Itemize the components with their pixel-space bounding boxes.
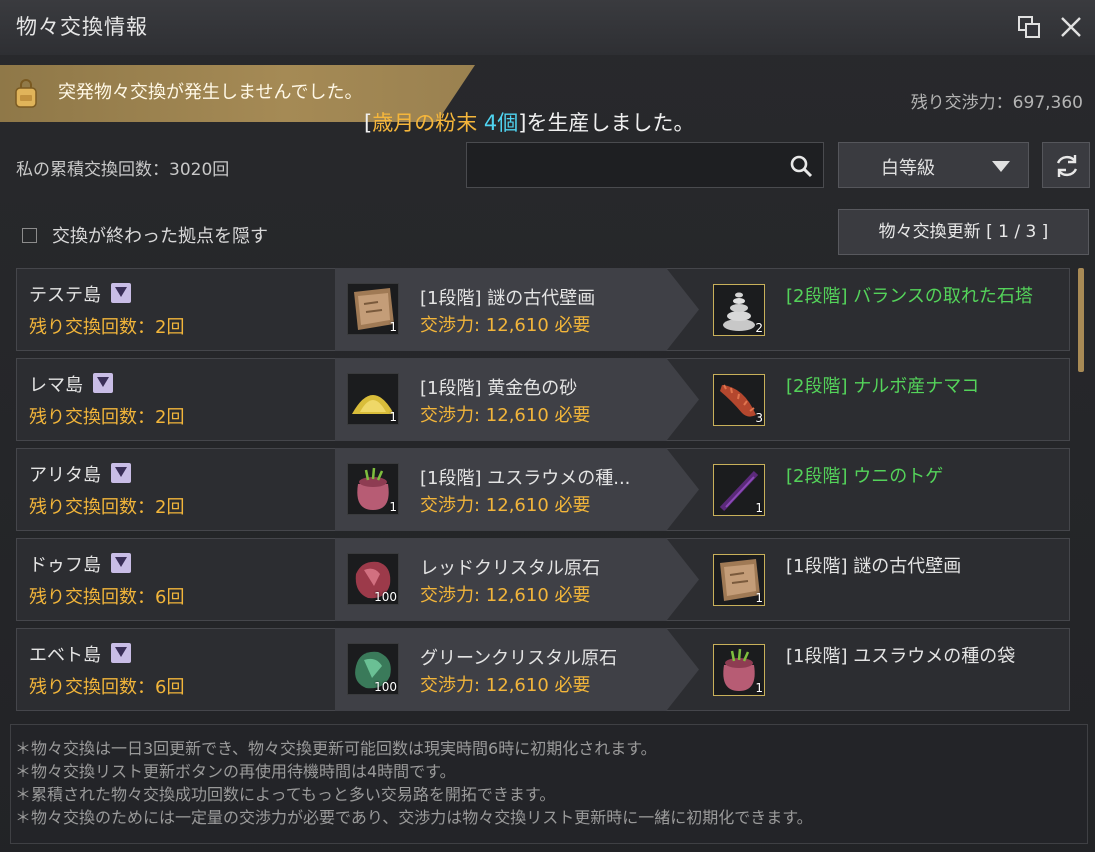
give-item-panel[interactable]: 100 グリーンクリスタル原石 交渉力: 12,610 必要 (335, 628, 699, 711)
get-item-quantity: 3 (755, 411, 763, 425)
ancient-mural-icon[interactable]: 1 (347, 283, 399, 335)
give-item-cost: 交渉力: 12,610 必要 (420, 315, 591, 336)
give-item-panel[interactable]: 1 [1段階] 謎の古代壁画 交渉力: 12,610 必要 (335, 268, 699, 351)
get-item-name: [2段階] バランスの取れた石塔 (786, 286, 1033, 307)
search-input[interactable] (466, 142, 824, 188)
barter-row[interactable]: テステ島 残り交換回数：2回 1 [1段階] 謎の古代壁画 交渉力: 12,61… (16, 268, 1070, 351)
detach-window-icon[interactable] (1016, 14, 1042, 40)
give-item-quantity: 100 (374, 590, 397, 604)
refresh-button[interactable] (1042, 142, 1090, 188)
give-item-quantity: 1 (389, 500, 397, 514)
remaining-exchanges: 残り交換回数：6回 (29, 587, 185, 608)
stone-tower-icon[interactable]: 2 (713, 284, 765, 336)
give-item-panel[interactable]: 1 [1段階] ユスラウメの種... 交渉力: 12,610 必要 (335, 448, 699, 531)
sea-cucumber-icon[interactable]: 3 (713, 374, 765, 426)
banner-text: 突発物々交換が発生しませんでした。 (58, 82, 363, 103)
give-item-cost: 交渉力: 12,610 必要 (420, 495, 591, 516)
produced-count: 4個 (483, 111, 519, 135)
search-icon[interactable] (789, 154, 813, 178)
barter-update-button[interactable]: 物々交換更新 [ 1 / 3 ] (838, 209, 1089, 255)
note-line: ＊物々交換リスト更新ボタンの再使用待機時間は4時間です。 (15, 762, 456, 781)
trade-route-badge-icon (111, 643, 131, 663)
note-line: ＊累積された物々交換成功回数によってもっと多い交易路を開拓できます。 (15, 785, 556, 804)
produced-bracket-open: [ (364, 111, 373, 135)
hide-finished-label: 交換が終わった拠点を隠す (52, 226, 268, 247)
green-crystal-icon[interactable]: 100 (347, 643, 399, 695)
grade-dropdown-value: 白等級 (881, 158, 935, 179)
give-item-cost: 交渉力: 12,610 必要 (420, 675, 591, 696)
give-item-panel[interactable]: 1 [1段階] 黄金色の砂 交渉力: 12,610 必要 (335, 358, 699, 441)
give-item-cost: 交渉力: 12,610 必要 (420, 585, 591, 606)
get-item-name: [1段階] ユスラウメの種の袋 (786, 646, 1016, 667)
get-item-name: [2段階] ウニのトゲ (786, 466, 944, 487)
list-scrollbar[interactable] (1078, 268, 1084, 372)
red-crystal-icon[interactable]: 100 (347, 553, 399, 605)
remaining-negotiation-power: 残り交渉力：697,360 (910, 93, 1083, 113)
golden-sand-icon[interactable]: 1 (347, 373, 399, 425)
seed-bag-icon[interactable]: 1 (713, 644, 765, 696)
island-name: ドゥフ島 (29, 551, 131, 577)
title-bar[interactable]: 物々交換情報 (0, 0, 1095, 55)
give-item-quantity: 1 (389, 410, 397, 424)
give-item-panel[interactable]: 100 レッドクリスタル原石 交渉力: 12,610 必要 (335, 538, 699, 621)
give-item-name: [1段階] 謎の古代壁画 (420, 288, 596, 309)
produced-suffix: ]を生産しました。 (518, 111, 695, 135)
trade-route-badge-icon (93, 373, 113, 393)
remaining-exchanges: 残り交換回数：2回 (29, 497, 185, 518)
close-icon[interactable] (1058, 14, 1084, 40)
backpack-icon (15, 79, 37, 108)
island-name: アリタ島 (29, 461, 131, 487)
give-item-quantity: 1 (389, 320, 397, 334)
hide-finished-checkbox[interactable] (22, 228, 37, 243)
give-item-name: [1段階] ユスラウメの種... (420, 468, 631, 489)
barter-row[interactable]: レマ島 残り交換回数：2回 1 [1段階] 黄金色の砂 交渉力: 12,610 … (16, 358, 1070, 441)
barter-list: テステ島 残り交換回数：2回 1 [1段階] 謎の古代壁画 交渉力: 12,61… (12, 264, 1072, 714)
urchin-spine-icon[interactable]: 1 (713, 464, 765, 516)
give-item-name: グリーンクリスタル原石 (420, 648, 618, 669)
trade-route-badge-icon (111, 463, 131, 483)
island-name: エベト島 (29, 641, 131, 667)
give-item-name: レッドクリスタル原石 (420, 558, 600, 579)
get-item-name: [1段階] 謎の古代壁画 (786, 556, 962, 577)
grade-dropdown[interactable]: 白等級 (838, 142, 1029, 188)
notes-panel: ＊物々交換は一日3回更新でき、物々交換更新可能回数は現実時間6時に初期化されます… (10, 724, 1088, 844)
give-item-name: [1段階] 黄金色の砂 (420, 378, 578, 399)
get-item-quantity: 2 (755, 321, 763, 335)
chevron-down-icon (992, 161, 1010, 172)
get-item-quantity: 1 (755, 681, 763, 695)
remaining-exchanges: 残り交換回数：2回 (29, 317, 185, 338)
trade-route-badge-icon (111, 283, 131, 303)
barter-row[interactable]: ドゥフ島 残り交換回数：6回 100 レッドクリスタル原石 交渉力: 12,61… (16, 538, 1070, 621)
get-item-name: [2段階] ナルボ産ナマコ (786, 376, 980, 397)
remaining-exchanges: 残り交換回数：6回 (29, 677, 185, 698)
seed-bag-icon[interactable]: 1 (347, 463, 399, 515)
give-item-cost: 交渉力: 12,610 必要 (420, 405, 591, 426)
accumulated-exchange-count: 私の累積交換回数：3020回 (16, 160, 230, 180)
window-title: 物々交換情報 (16, 15, 148, 39)
remaining-exchanges: 残り交換回数：2回 (29, 407, 185, 428)
get-item-quantity: 1 (755, 591, 763, 605)
barter-row[interactable]: エベト島 残り交換回数：6回 100 グリーンクリスタル原石 交渉力: 12,6… (16, 628, 1070, 711)
produced-item: 歳月の粉末 (372, 111, 478, 135)
barter-row[interactable]: アリタ島 残り交換回数：2回 1 [1段階] ユスラウメの種... 交渉力: 1… (16, 448, 1070, 531)
island-name: テステ島 (29, 281, 131, 307)
trade-route-badge-icon (111, 553, 131, 573)
ancient-mural-icon[interactable]: 1 (713, 554, 765, 606)
get-item-quantity: 1 (755, 501, 763, 515)
refresh-icon (1056, 155, 1078, 177)
production-message: [歳月の粉末 4個]を生産しました。 (364, 107, 694, 137)
note-line: ＊物々交換のためには一定量の交渉力が必要であり、交渉力は物々交換リスト更新時に一… (15, 808, 813, 827)
give-item-quantity: 100 (374, 680, 397, 694)
note-line: ＊物々交換は一日3回更新でき、物々交換更新可能回数は現実時間6時に初期化されます… (15, 739, 657, 758)
island-name: レマ島 (29, 371, 113, 397)
